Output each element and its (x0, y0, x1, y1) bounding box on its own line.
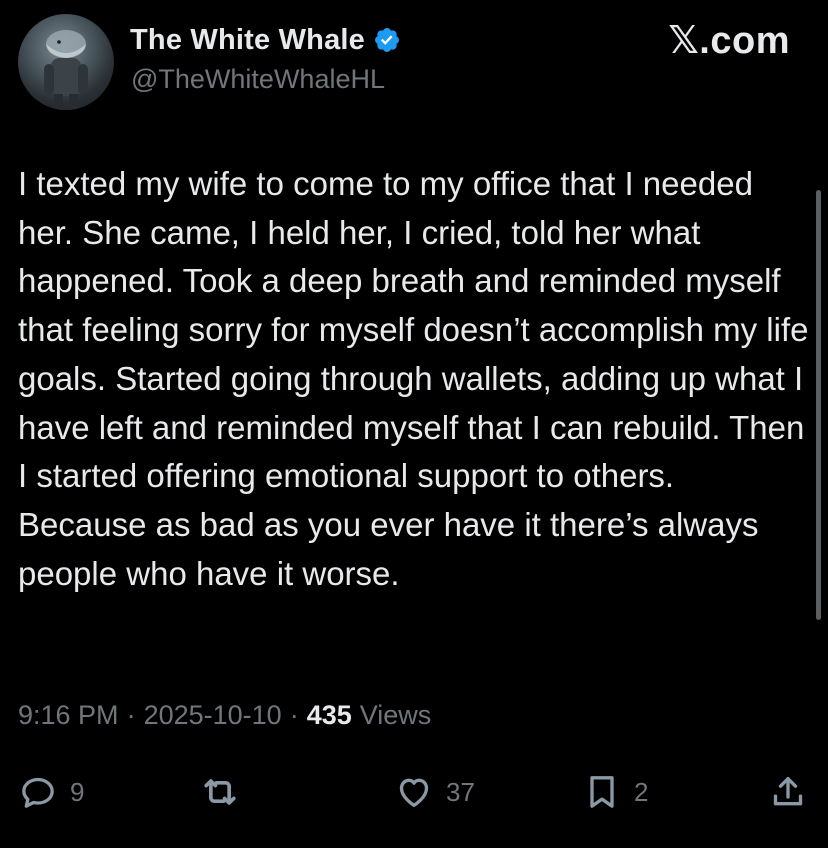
action-bar: 9 37 2 (0, 770, 828, 814)
reply-count: 9 (70, 776, 85, 807)
author-name-row[interactable]: The White Whale (130, 22, 401, 58)
verified-badge-icon (373, 26, 401, 54)
heart-icon (399, 778, 429, 807)
avatar[interactable] (18, 14, 114, 110)
tweet-screenshot: The White Whale @TheWhiteWhaleHL 𝕏.com I… (0, 0, 828, 848)
avatar-icon (44, 30, 88, 110)
scrollbar[interactable] (816, 190, 821, 620)
bookmark-count: 2 (634, 776, 649, 807)
bookmark-icon (590, 776, 614, 808)
share-icon (773, 777, 803, 806)
reply-button[interactable]: 9 (18, 770, 84, 814)
reply-icon (22, 777, 54, 808)
display-name[interactable]: The White Whale (130, 24, 365, 57)
retweet-icon (204, 779, 236, 805)
like-button[interactable]: 37 (394, 770, 475, 814)
tweet-text: I texted my wife to come to my office th… (18, 165, 809, 592)
tweet-time[interactable]: 9:16 PM (18, 700, 119, 731)
like-count: 37 (446, 776, 475, 807)
retweet-button[interactable] (198, 770, 242, 814)
share-button[interactable] (768, 770, 808, 814)
views-label: Views (359, 700, 432, 730)
bookmark-button[interactable]: 2 (582, 770, 648, 814)
views-count: 435 (306, 700, 352, 730)
tweet-date[interactable]: 2025-10-10 (144, 700, 282, 731)
brand-label: 𝕏.com (668, 20, 790, 62)
author-handle[interactable]: @TheWhiteWhaleHL (131, 64, 385, 95)
meta-separator: · (289, 700, 299, 730)
meta-separator: · (126, 700, 136, 730)
tweet-meta: 9:16 PM · 2025-10-10 · 435 Views (18, 700, 431, 731)
